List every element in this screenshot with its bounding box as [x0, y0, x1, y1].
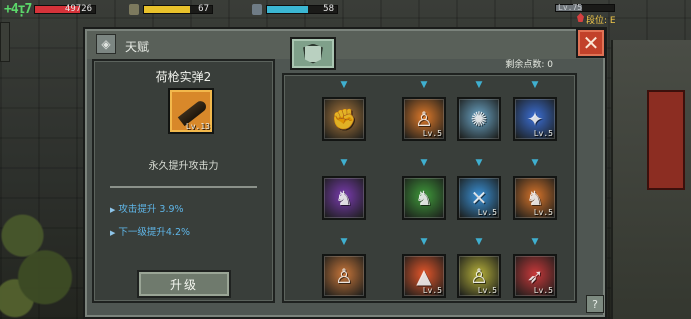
ice-crystal-icon: ✦ [526, 107, 544, 131]
shadow-kick-icon: ♞ [335, 186, 353, 210]
upgrade-button[interactable]: 升级 [137, 270, 231, 298]
talent-node-poison-kick[interactable]: ♞ [402, 176, 446, 220]
window-title: 天赋 [125, 40, 150, 54]
bullet-arrow-icon: ▶ [110, 206, 116, 214]
connector-arrow-icon: ▼ [420, 237, 428, 247]
stat-next: ▶ 下一级提升4.2% [110, 224, 190, 238]
background-bushes [0, 180, 75, 319]
node-level: Lv.5 [422, 286, 442, 295]
talent-node-fire-body[interactable]: ♙ Lv.5 [402, 97, 446, 141]
green-sprint-icon: ➶ [526, 264, 544, 288]
toxic-body-icon: ♙ [470, 264, 488, 288]
rage-body-icon: ♙ [335, 264, 353, 288]
node-level: Lv.5 [533, 129, 553, 138]
talent-badge-icon: ◈ [96, 34, 116, 54]
hp-bar: 49726 [34, 4, 96, 14]
talent-node-shadow-kick[interactable]: ♞ [322, 176, 366, 220]
connector-arrow-icon: ▼ [340, 158, 348, 168]
node-level: Lv.5 [477, 208, 497, 217]
talent-tree-panel: ▼ ✊ ▼ ♙ Lv.5 ▼ ✺ ▼ ✦ Lv.5 ▼ ♞ ▼ ♞ ▼ ✕ Lv.5 ▼ ♞ Lv.5 ▼ ♙ ▼ ▲ Lv.5… [282, 73, 577, 303]
connector-arrow-icon: ▼ [475, 80, 483, 90]
stat-current-text: 攻击提升 3.9% [118, 204, 184, 215]
skill-icon-bullet: Lv.13 [168, 88, 214, 134]
stat-current: ▶ 攻击提升 3.9% [110, 201, 184, 215]
remaining-points: 剩余点数: 0 [505, 60, 553, 70]
stamina-value: 67 [198, 4, 209, 14]
fire-kick-icon: ♞ [526, 186, 544, 210]
talent-node-toxic-body[interactable]: ♙ Lv.5 [457, 254, 501, 298]
connector-arrow-icon: ▼ [340, 80, 348, 90]
close-button[interactable]: ✕ [576, 28, 606, 58]
node-level: Lv.5 [533, 208, 553, 217]
background-mailbox [647, 90, 685, 190]
poison-kick-icon: ♞ [415, 186, 433, 210]
power-fist-icon: ✊ [331, 107, 357, 131]
talent-window: ◈ 天赋 ✕ 荷枪实弹2 Lv.13 永久提升攻击力 ▶ 攻击提升 3.9% ▶ 下… [83, 27, 607, 319]
skill-name: 荷枪实弹2 [155, 70, 212, 84]
water-bar: 58 [266, 4, 338, 14]
level-label: Lv.75 [558, 3, 583, 12]
bullet-arrow-icon: ▶ [110, 229, 116, 237]
water-value: 58 [323, 4, 334, 14]
connector-arrow-icon: ▼ [531, 237, 539, 247]
stamina-icon [129, 4, 139, 15]
stat-next-text: 下一级提升4.2% [118, 227, 191, 238]
talent-node-ice-crystal[interactable]: ✦ Lv.5 [513, 97, 557, 141]
connector-arrow-icon: ▼ [475, 237, 483, 247]
stamina-bar-fill [144, 6, 190, 13]
shield-icon [303, 43, 323, 64]
talent-node-power-fist[interactable]: ✊ [322, 97, 366, 141]
frost-burst-icon: ✺ [470, 107, 488, 131]
node-level: Lv.5 [477, 286, 497, 295]
talent-node-dual-guns-ice[interactable]: ✕ Lv.5 [457, 176, 501, 220]
talent-node-fire-kick[interactable]: ♞ Lv.5 [513, 176, 557, 220]
stamina-bar: 67 [143, 4, 213, 14]
window-header: ◈ 天赋 [87, 31, 603, 59]
help-button[interactable]: ? [586, 295, 604, 313]
water-bar-fill [267, 6, 308, 13]
connector-arrow-icon: ▼ [531, 158, 539, 168]
node-level: Lv.5 [422, 129, 442, 138]
skill-description: 永久提升攻击力 [148, 161, 219, 172]
talent-tab[interactable] [290, 37, 336, 70]
rank-label: 段位: E [586, 16, 616, 26]
flame-pillar-icon: ▲ [416, 264, 432, 288]
connector-arrow-icon: ▼ [475, 158, 483, 168]
hp-value: 49726 [64, 4, 92, 14]
connector-arrow-icon: ▼ [420, 80, 428, 90]
side-menu-handle[interactable] [0, 22, 10, 62]
water-icon [252, 4, 262, 15]
connector-arrow-icon: ▼ [420, 158, 428, 168]
talent-node-rage-body[interactable]: ♙ [322, 254, 366, 298]
divider [110, 186, 257, 188]
node-level: Lv.5 [533, 286, 553, 295]
dual-guns-ice-icon: ✕ [470, 186, 488, 210]
fire-body-icon: ♙ [415, 107, 433, 131]
connector-arrow-icon: ▼ [531, 80, 539, 90]
talent-node-green-sprint[interactable]: ➶ Lv.5 [513, 254, 557, 298]
top-hud: +4ᴉ7 49726 67 58 Lv.75 段位: E [0, 0, 691, 26]
skill-detail-panel: 荷枪实弹2 Lv.13 永久提升攻击力 ▶ 攻击提升 3.9% ▶ 下一级提升4.2… [92, 59, 275, 303]
hp-icon: +4ᴉ7 [4, 2, 32, 17]
talent-node-flame-pillar[interactable]: ▲ Lv.5 [402, 254, 446, 298]
skill-level: Lv.13 [185, 122, 210, 131]
connector-arrow-icon: ▼ [340, 237, 348, 247]
talent-node-frost-burst[interactable]: ✺ [457, 97, 501, 141]
level-bar: Lv.75 [555, 3, 615, 12]
